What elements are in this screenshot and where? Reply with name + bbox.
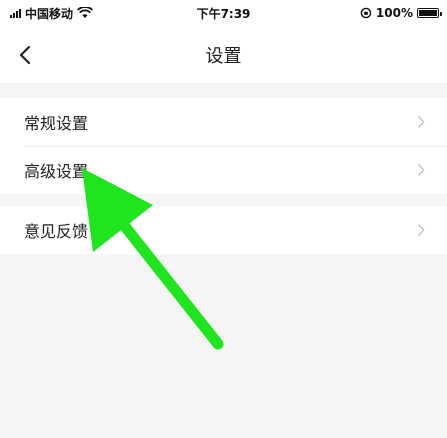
chevron-right-icon [417,223,427,237]
status-left: 中国移动 [10,5,94,22]
back-button[interactable] [14,41,36,69]
status-bar: 中国移动 下午7:39 100% [0,0,447,26]
battery-icon [417,8,442,18]
menu-item-label: 意见反馈 [24,222,89,241]
menu-item-label: 高级设置 [24,162,89,181]
nav-header: 设置 [0,26,447,84]
carrier-name: 中国移动 [25,6,74,21]
status-right: 100% [360,6,442,20]
chevron-right-icon [417,115,427,129]
menu-item-advanced-settings[interactable]: 高级设置 [0,146,447,194]
menu-item-feedback[interactable]: 意见反馈 [0,206,447,254]
battery-percent: 100% [375,6,413,20]
wifi-icon [77,7,94,18]
signal-icon [10,8,21,18]
chevron-left-icon [19,45,31,64]
chevron-right-icon [417,163,427,177]
menu-item-general-settings[interactable]: 常规设置 [0,98,447,146]
settings-group-2: 意见反馈 [0,206,447,254]
menu-item-label: 常规设置 [24,114,89,133]
settings-group-1: 常规设置 高级设置 [0,98,447,194]
page-title: 设置 [205,45,242,67]
orientation-lock-icon [360,7,372,19]
